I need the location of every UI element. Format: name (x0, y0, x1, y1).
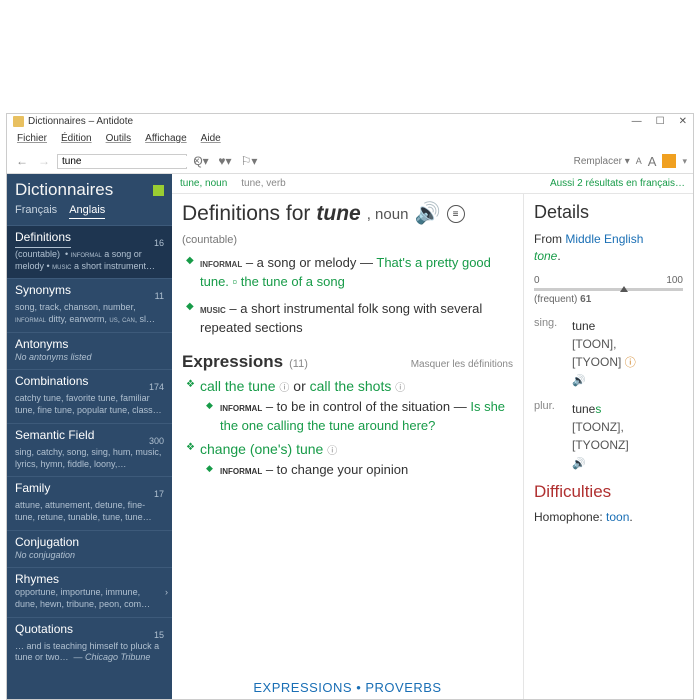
frequency-marker-icon (620, 286, 628, 292)
back-button[interactable]: ← (13, 152, 31, 170)
speaker-icon[interactable]: 🔊 (414, 202, 440, 226)
sense-noun[interactable]: tune, noun (180, 178, 227, 189)
speaker-icon[interactable]: 🔊 (572, 458, 586, 470)
menu-outils[interactable]: Outils (100, 131, 138, 147)
mask-definitions[interactable]: Masquer les définitions (411, 359, 513, 370)
forward-button[interactable]: → (35, 152, 53, 170)
font-smaller-button[interactable]: A (636, 156, 642, 166)
article-heading: Definitions for tune, noun 🔊 ≡ (182, 202, 513, 226)
sidebar-synonyms[interactable]: Synonyms11 song, track, chanson, number,… (7, 278, 172, 331)
expression-2-def: informal – to change your opinion (206, 461, 513, 480)
search-options-icon[interactable]: Q▾ (191, 152, 211, 170)
menu-affichage[interactable]: Affichage (139, 131, 193, 147)
expression-1-def: informal – to be in control of the situa… (206, 398, 513, 436)
titlebar: Dictionnaires – Antidote — ☐ ✕ (7, 114, 693, 129)
replace-button[interactable]: Remplacer ▾ (574, 156, 630, 167)
expressions-heading: Expressions (11) Masquer les définitions (182, 352, 513, 372)
countable-label: (countable) (182, 234, 513, 246)
info-icon[interactable]: ⓘ (327, 446, 337, 457)
sidebar: Dictionnaires Français Anglais Definitio… (7, 174, 172, 699)
color-swatch[interactable] (662, 154, 676, 168)
sidebar-title: Dictionnaires (15, 180, 113, 200)
etymology: From Middle English tone. (534, 231, 683, 265)
app-icon (13, 116, 24, 127)
expression-1: call the tune ⓘ or call the shots ⓘ (186, 378, 513, 394)
info-icon[interactable]: ⓘ (395, 383, 405, 394)
close-button[interactable]: ✕ (679, 116, 687, 127)
sense-tabs: tune, noun tune, verb Aussi 2 résultats … (172, 174, 693, 194)
sidebar-antonyms[interactable]: Antonyms No antonyms listed (7, 332, 172, 370)
sense-2: music – a short instrumental folk song w… (186, 300, 513, 338)
menu-aide[interactable]: Aide (195, 131, 227, 147)
status-icon (153, 185, 164, 196)
article: Definitions for tune, noun 🔊 ≡ (countabl… (172, 194, 523, 699)
frequency-bar (534, 288, 683, 291)
sense-verb[interactable]: tune, verb (241, 178, 285, 189)
warning-icon[interactable]: ⓘ (625, 357, 636, 369)
menubar: Fichier Édition Outils Affichage Aide (7, 129, 693, 149)
also-results[interactable]: Aussi 2 résultats en français… (550, 178, 685, 189)
frequency-label: (frequent) 61 (534, 294, 683, 305)
info-icon[interactable]: ⓘ (279, 383, 289, 394)
minimize-button[interactable]: — (632, 116, 642, 127)
bottom-nav[interactable]: EXPRESSIONS • PROVERBS (172, 680, 523, 695)
sidebar-quotations[interactable]: Quotations15 … and is teaching himself t… (7, 617, 172, 670)
sidebar-rhymes[interactable]: › Rhymes opportune, importune, immune, d… (7, 567, 172, 616)
menu-fichier[interactable]: Fichier (11, 131, 53, 147)
app-window: Dictionnaires – Antidote — ☐ ✕ Fichier É… (6, 113, 694, 700)
difficulty-homophone: Homophone: toon. (534, 510, 683, 524)
frequency-scale: 0100 (534, 275, 683, 286)
sidebar-semantic-field[interactable]: Semantic Field300 sing, catchy, song, si… (7, 423, 172, 476)
expression-2: change (one's) tune ⓘ (186, 441, 513, 457)
maximize-button[interactable]: ☐ (656, 116, 665, 127)
search-input[interactable]: × (57, 154, 187, 169)
sidebar-definitions[interactable]: Definitions16 (countable) • informal a s… (7, 225, 172, 278)
window-title: Dictionnaires – Antidote (28, 116, 133, 127)
flag-icon[interactable]: ⚐▾ (239, 152, 259, 170)
sense-1: informal – a song or melody — That's a p… (186, 254, 513, 292)
tab-francais[interactable]: Français (15, 204, 57, 219)
language-tabs: Français Anglais (7, 204, 172, 225)
details-panel: Details From Middle English tone. 0100 (… (523, 194, 693, 699)
sidebar-combinations[interactable]: Combinations174 catchy tune, favorite tu… (7, 369, 172, 422)
main-panel: tune, noun tune, verb Aussi 2 résultats … (172, 174, 693, 699)
menu-edition[interactable]: Édition (55, 131, 98, 147)
speaker-icon[interactable]: 🔊 (572, 375, 586, 387)
font-larger-button[interactable]: A (648, 154, 657, 169)
sidebar-family[interactable]: Family17 attune, attunement, detune, fin… (7, 476, 172, 529)
toolbar: ← → × Q▾ ♥▾ ⚐▾ Remplacer ▾ A A ▾ (7, 149, 693, 174)
difficulties-title: Difficulties (534, 482, 683, 502)
favorite-icon[interactable]: ♥▾ (215, 152, 235, 170)
inflections: sing. tune [TOON], [TYOON] ⓘ 🔊 plur. (534, 317, 683, 473)
menu-circle-icon[interactable]: ≡ (447, 205, 465, 223)
chevron-right-icon: › (165, 587, 168, 597)
tab-anglais[interactable]: Anglais (69, 204, 105, 219)
search-field[interactable] (62, 156, 194, 167)
sidebar-conjugation[interactable]: Conjugation No conjugation (7, 530, 172, 568)
details-title: Details (534, 202, 683, 223)
